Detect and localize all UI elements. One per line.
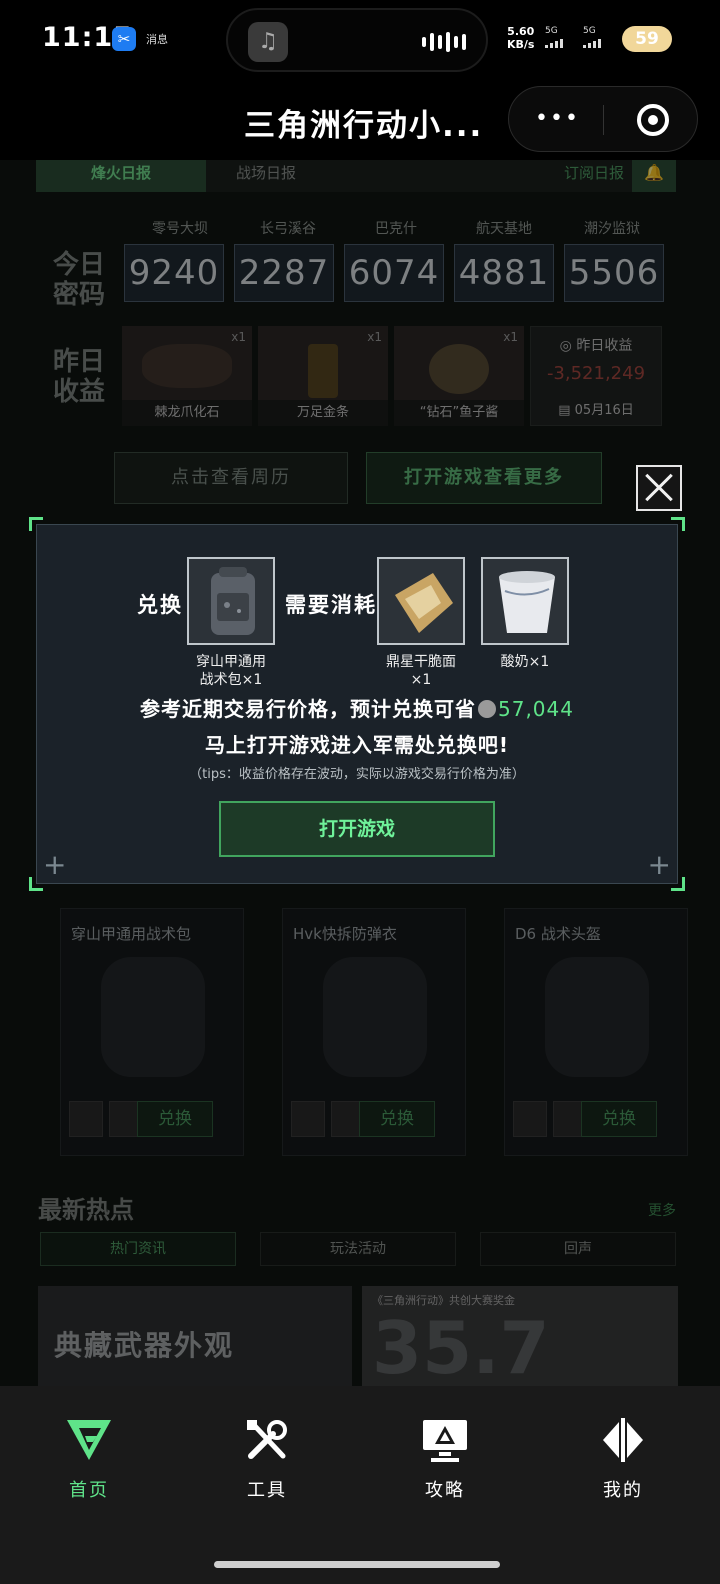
price-line-text: 参考近期交易行价格，预计兑换可省: [140, 697, 476, 721]
battery-icon: 59: [622, 26, 672, 52]
tools-icon: [243, 1416, 291, 1464]
audio-wave-icon: [422, 32, 466, 52]
nav-item-profile[interactable]: 我的: [578, 1416, 668, 1502]
guide-monitor-icon: [421, 1416, 469, 1464]
exchange-label: 兑换: [137, 593, 183, 617]
target-item-slot: [187, 557, 275, 645]
signal-icon: 5G: [545, 26, 563, 48]
call-to-action-text: 马上打开游戏进入军需处兑换吧!: [204, 733, 510, 757]
plus-decoration-icon: +: [43, 848, 67, 881]
close-icon[interactable]: [636, 465, 682, 511]
corner-decoration: [29, 877, 43, 891]
cost-item-slot: [481, 557, 569, 645]
nav-label: 我的: [603, 1480, 643, 1501]
noodle-pack-icon: [395, 573, 453, 633]
network-speed: 5.60 KB/s: [507, 25, 534, 51]
nav-label: 首页: [69, 1480, 109, 1501]
network-speed-value: 5.60: [507, 25, 535, 38]
signal-label-2: 5G: [583, 26, 596, 36]
nav-item-home[interactable]: 首页: [44, 1416, 134, 1502]
yogurt-cup-icon: [499, 571, 555, 633]
cost-item-slot: [377, 557, 465, 645]
close-miniprogram-button[interactable]: [637, 104, 669, 136]
signal-label: 5G: [545, 26, 558, 36]
tips-text: （tips：收益价格存在波动，实际以游戏交易行价格为准）: [189, 767, 525, 782]
cost-label: 需要消耗: [285, 593, 377, 617]
corner-decoration: [671, 517, 685, 531]
home-indicator[interactable]: [214, 1561, 500, 1568]
open-game-button[interactable]: 打开游戏: [219, 801, 495, 857]
target-item-name: 穿山甲通用 战术包×1: [196, 654, 266, 688]
corner-decoration: [29, 517, 43, 531]
price-saving-value: 57,044: [498, 697, 574, 721]
capsule-divider: [603, 105, 604, 135]
dynamic-island[interactable]: ♫: [226, 8, 488, 72]
nav-label: 工具: [247, 1480, 287, 1501]
price-estimate-line: 参考近期交易行价格，预计兑换可省 57,044: [37, 693, 677, 722]
network-speed-unit: KB/s: [507, 38, 535, 51]
cost-item-name: 鼎星干脆面 ×1: [386, 654, 456, 688]
bottom-nav: 首页 工具 攻略 我的: [0, 1386, 720, 1584]
notification-text: 消息: [146, 33, 168, 46]
capsule-menu: •••: [508, 86, 698, 152]
signal-icon-2: 5G: [583, 26, 601, 48]
backpack-icon: [211, 567, 255, 635]
profile-icon: [599, 1416, 647, 1464]
cost-item-name: 酸奶×1: [500, 654, 550, 670]
app-notification-icon: ✂: [112, 27, 136, 51]
home-logo-icon: [65, 1416, 113, 1464]
nav-item-guide[interactable]: 攻略: [400, 1416, 490, 1502]
plus-decoration-icon: +: [647, 848, 671, 881]
more-menu-button[interactable]: •••: [535, 108, 580, 130]
coin-icon: [478, 700, 496, 718]
music-icon: ♫: [248, 22, 288, 62]
exchange-modal: + + 兑换 穿山甲通用 战术包×1 需要消耗 鼎星干脆面 ×1 酸奶×1 参考…: [29, 517, 685, 891]
nav-item-tools[interactable]: 工具: [222, 1416, 312, 1502]
nav-label: 攻略: [425, 1480, 465, 1501]
page-title: 三角洲行动小...: [244, 108, 484, 144]
status-bar: 11:15 ✂ 消息 ♫ 5.60 KB/s 5G 5G 59: [0, 0, 720, 80]
corner-decoration: [671, 877, 685, 891]
miniprogram-titlebar: 三角洲行动小... •••: [0, 80, 720, 160]
